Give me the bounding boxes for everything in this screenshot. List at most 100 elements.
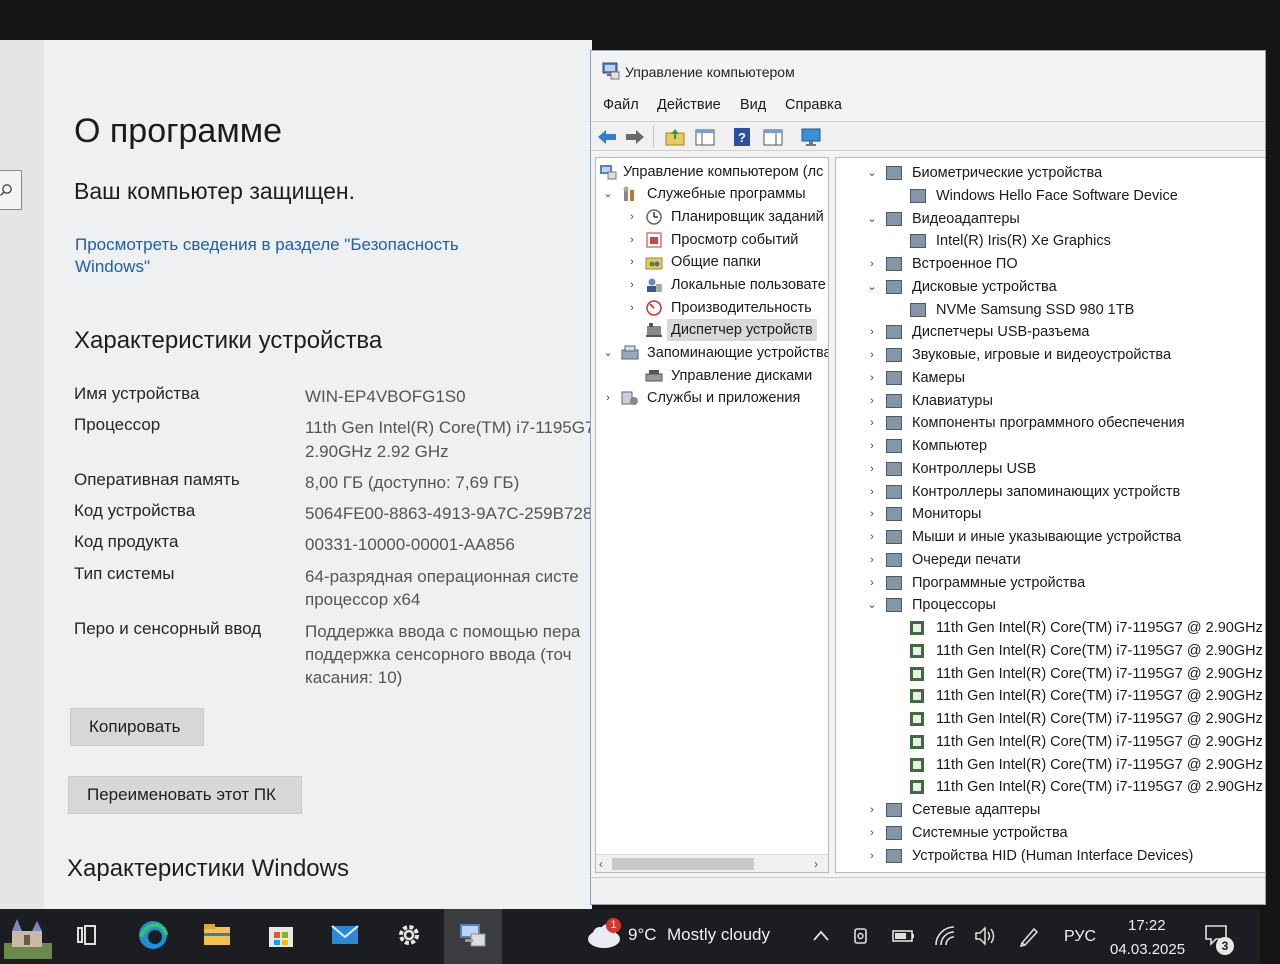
tree-item-system-tools[interactable]: ⌄ Служебные программы [596,183,828,205]
device-item[interactable]: 11th Gen Intel(R) Core(TM) i7-1195G7 @ 2… [836,708,1265,730]
show-hide-console-tree-button[interactable] [693,125,717,149]
chevron-right-icon[interactable]: › [866,253,878,275]
device-category[interactable]: › Системные устройства [836,822,1265,844]
forward-button[interactable] [623,125,647,149]
tree-item-local-users[interactable]: › Локальные пользовате [596,274,828,296]
scroll-left-icon[interactable]: ‹ [599,855,603,872]
horizontal-scrollbar[interactable]: ‹ › [596,854,828,872]
chevron-right-icon[interactable]: › [866,367,878,389]
chevron-right-icon[interactable]: › [626,274,638,296]
tree-item-event-viewer[interactable]: › Просмотр событий [596,229,828,251]
back-button[interactable] [595,125,619,149]
chevron-right-icon[interactable]: › [626,297,638,319]
clock-time[interactable]: 17:22 [1128,917,1166,934]
scrollbar-thumb[interactable] [612,858,754,870]
file-explorer-button[interactable] [188,909,246,964]
device-category[interactable]: › Мыши и иные указывающие устройства [836,526,1265,548]
menu-help[interactable]: Справка [785,97,842,113]
volume-icon[interactable] [974,925,996,947]
device-category[interactable]: › Встроенное ПО [836,253,1265,275]
action-pane-button[interactable] [761,125,785,149]
tree-item-storage[interactable]: ⌄ Запоминающие устройства [596,342,828,364]
tree-item-task-scheduler[interactable]: › Планировщик заданий [596,206,828,228]
chevron-right-icon[interactable]: › [866,321,878,343]
device-category[interactable]: › Контроллеры USB [836,458,1265,480]
chevron-right-icon[interactable]: › [866,572,878,594]
device-item[interactable]: NVMe Samsung SSD 980 1TB [836,299,1265,321]
store-button[interactable] [252,909,310,964]
mail-button[interactable] [316,909,374,964]
device-category[interactable]: ⌄ Видеоадаптеры [836,208,1265,230]
up-level-button[interactable] [663,125,687,149]
device-category[interactable]: › Компьютер [836,435,1265,457]
device-category[interactable]: ⌄ Биометрические устройства [836,162,1265,184]
device-item[interactable]: Windows Hello Face Software Device [836,185,1265,207]
rename-pc-button[interactable]: Переименовать этот ПК [68,776,302,814]
chevron-down-icon[interactable]: ⌄ [866,162,878,184]
device-category[interactable]: › Сетевые адаптеры [836,799,1265,821]
wifi-icon[interactable] [934,925,956,947]
chevron-right-icon[interactable]: › [866,481,878,503]
device-category[interactable]: › Устройства HID (Human Interface Devices… [836,845,1265,867]
menu-view[interactable]: Вид [740,97,766,113]
chevron-down-icon[interactable]: ⌄ [866,594,878,616]
device-category[interactable]: › Компоненты программного обеспечения [836,412,1265,434]
chevron-down-icon[interactable]: ⌄ [602,183,614,205]
computer-management-taskbar-button[interactable] [444,909,502,964]
chevron-up-icon[interactable] [812,929,830,943]
task-view-button[interactable] [58,909,116,964]
device-category[interactable]: › Камеры [836,367,1265,389]
tree-item-computer-management[interactable]: Управление компьютером (лс [596,161,828,183]
device-category[interactable]: ⌄ Процессоры [836,594,1265,616]
device-category[interactable]: › Программные устройства [836,572,1265,594]
scroll-right-icon[interactable]: › [814,855,818,872]
tree-item-services-apps[interactable]: › Службы и приложения [596,387,828,409]
clock-date[interactable]: 04.03.2025 [1110,941,1185,958]
device-category[interactable]: › Звуковые, игровые и видеоустройства [836,344,1265,366]
device-item[interactable]: Intel(R) Iris(R) Xe Graphics [836,230,1265,252]
chevron-right-icon[interactable]: › [866,503,878,525]
help-button[interactable]: ? [730,125,754,149]
chevron-right-icon[interactable]: › [626,251,638,273]
device-item[interactable]: 11th Gen Intel(R) Core(TM) i7-1195G7 @ 2… [836,731,1265,753]
chevron-right-icon[interactable]: › [866,344,878,366]
input-language[interactable]: РУС [1064,928,1096,946]
chevron-right-icon[interactable]: › [866,799,878,821]
device-category[interactable]: › Мониторы [836,503,1265,525]
chevron-right-icon[interactable]: › [866,435,878,457]
chevron-down-icon[interactable]: ⌄ [866,276,878,298]
notification-center-button[interactable]: 3 [1204,923,1244,957]
battery-icon[interactable] [892,929,916,943]
chevron-right-icon[interactable]: › [866,390,878,412]
device-item[interactable]: 11th Gen Intel(R) Core(TM) i7-1195G7 @ 2… [836,685,1265,707]
device-item[interactable]: 11th Gen Intel(R) Core(TM) i7-1195G7 @ 2… [836,663,1265,685]
chevron-down-icon[interactable]: ⌄ [866,208,878,230]
device-item[interactable]: 11th Gen Intel(R) Core(TM) i7-1195G7 @ 2… [836,640,1265,662]
device-item[interactable]: 11th Gen Intel(R) Core(TM) i7-1195G7 @ 2… [836,617,1265,639]
settings-search-button[interactable] [0,170,22,210]
copy-button[interactable]: Копировать [70,708,204,746]
device-category[interactable]: › Клавиатуры [836,390,1265,412]
pen-icon[interactable] [1018,925,1040,947]
edge-button[interactable] [124,909,182,964]
chevron-down-icon[interactable]: ⌄ [602,342,614,364]
menu-action[interactable]: Действие [657,97,721,113]
device-category[interactable]: › Контроллеры запоминающих устройств [836,481,1265,503]
chevron-right-icon[interactable]: › [866,549,878,571]
chevron-right-icon[interactable]: › [602,387,614,409]
settings-button[interactable] [380,909,438,964]
device-item[interactable]: 11th Gen Intel(R) Core(TM) i7-1195G7 @ 2… [836,776,1265,798]
chevron-right-icon[interactable]: › [866,822,878,844]
connect-computer-button[interactable] [799,125,823,149]
weather-widget[interactable]: 1 9°C Mostly cloudy [582,909,770,964]
tree-item-performance[interactable]: › Производительность [596,297,828,319]
chevron-right-icon[interactable]: › [866,412,878,434]
widgets-button[interactable] [0,909,56,964]
device-category[interactable]: › Диспетчеры USB-разъема [836,321,1265,343]
chevron-right-icon[interactable]: › [866,526,878,548]
menu-file[interactable]: Файл [603,97,639,113]
tree-item-shared-folders[interactable]: › Общие папки [596,251,828,273]
device-category[interactable]: › Очереди печати [836,549,1265,571]
chevron-right-icon[interactable]: › [866,458,878,480]
windows-security-link[interactable]: Просмотреть сведения в разделе "Безопасн… [75,234,495,278]
